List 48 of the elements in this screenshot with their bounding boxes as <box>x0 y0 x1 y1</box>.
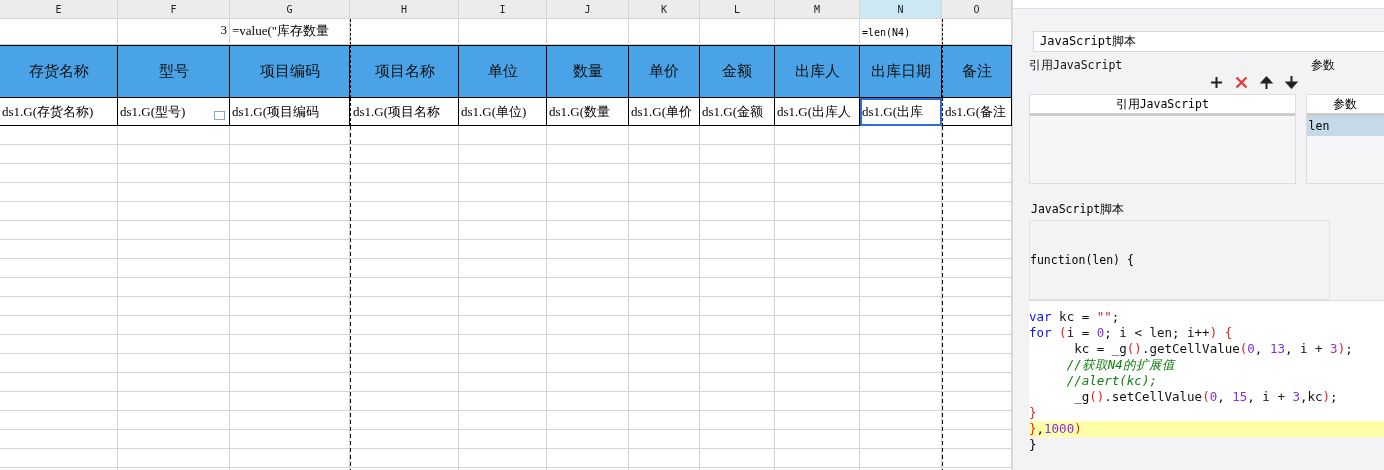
header-cell: 型号 <box>118 45 230 98</box>
formula-cell-text: 3 <box>219 22 228 38</box>
header-cell: 单价 <box>629 45 700 98</box>
header-cell: 存货名称 <box>0 45 118 98</box>
column-letter[interactable]: J <box>547 0 629 19</box>
column-letter[interactable]: L <box>700 0 775 19</box>
function-signature: function(len) { <box>1029 220 1330 300</box>
event-name-field[interactable]: JavaScript脚本 <box>1033 31 1384 52</box>
code-line: //获取N4的扩展值 <box>1065 357 1177 373</box>
code-editor[interactable]: var kc = ""; for (i = 0; i < len; i++) { kc = _g().getCellValue(0, 13, i + 3); //获取N4的扩展值 //alert(kc); _g().setCellValue(0, 15, i + 3,kc); } },1000) <box>1029 300 1384 437</box>
header-cell: 备注 <box>942 45 1012 98</box>
data-cell[interactable]: ds1.G(出库 <box>860 98 942 126</box>
code-line: for (i = 0; i < len; i++) { <box>1029 325 1234 341</box>
param-row[interactable]: len <box>1306 116 1384 136</box>
header-cell: 出库人 <box>775 45 860 98</box>
header-cell: 金额 <box>700 45 775 98</box>
header-cell: 项目编码 <box>230 45 350 98</box>
closing-brace: } <box>1029 437 1038 452</box>
header-cell: 数量 <box>547 45 629 98</box>
arrow-down-icon[interactable] <box>1284 75 1299 90</box>
column-letter[interactable]: I <box>459 0 547 19</box>
column-header: 引用JavaScript <box>1030 95 1295 116</box>
delete-icon[interactable] <box>1234 75 1249 90</box>
dropdown-icon[interactable] <box>214 111 225 120</box>
column-letter[interactable]: F <box>118 0 230 19</box>
column-header: 参数 <box>1306 95 1384 116</box>
group-title: 参数 <box>1311 58 1335 73</box>
column-letter[interactable]: O <box>942 0 1012 19</box>
column-letter[interactable]: E <box>0 0 118 19</box>
column-letter[interactable]: H <box>350 0 459 19</box>
column-letter[interactable]: G <box>230 0 350 19</box>
group-title: 引用JavaScript <box>1029 58 1124 73</box>
header-cell: 出库日期 <box>860 45 942 98</box>
code-line: _g().setCellValue(0, 15, i + 3,kc); <box>1073 389 1339 405</box>
column-letter[interactable]: M <box>775 0 860 19</box>
code-line: //alert(kc); <box>1065 373 1158 389</box>
formula-cell-text: =value("库存数量 <box>231 22 331 40</box>
arrow-up-icon[interactable] <box>1259 75 1274 90</box>
column-letter[interactable]: N <box>860 0 942 19</box>
code-line: var kc = ""; <box>1029 309 1121 325</box>
code-line: kc = _g().getCellValue(0, 13, i + 3); <box>1073 341 1354 357</box>
column-letter[interactable]: K <box>629 0 700 19</box>
group-title: JavaScript脚本 <box>1031 202 1126 217</box>
header-cell: 单位 <box>459 45 547 98</box>
add-icon[interactable] <box>1209 75 1224 90</box>
header-cell: 项目名称 <box>350 45 459 98</box>
formula-cell-text: =len(N4) <box>861 27 912 38</box>
code-line: } <box>1029 405 1038 421</box>
